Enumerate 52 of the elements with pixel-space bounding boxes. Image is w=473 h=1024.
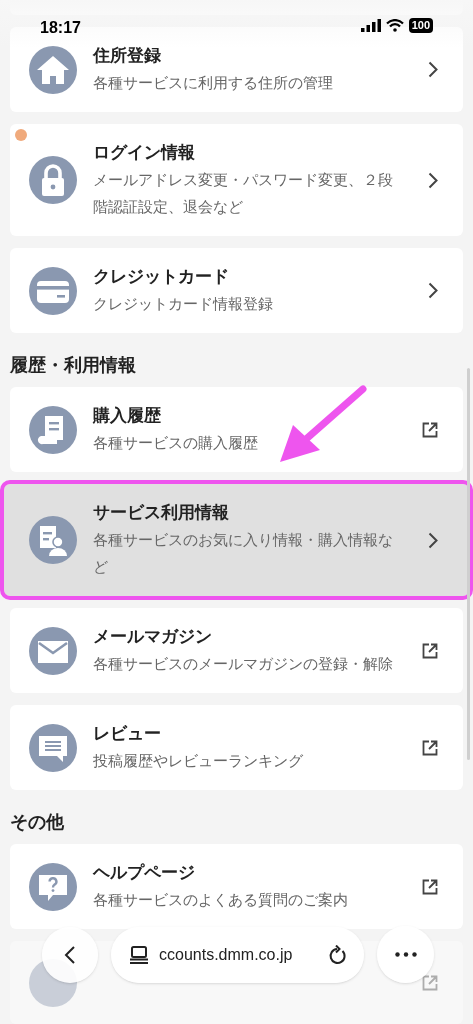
external-link-icon: [422, 421, 438, 438]
item-description: 各種サービスのメールマガジンの登録・解除: [93, 654, 394, 674]
external-link-icon: [422, 878, 438, 895]
menu-item[interactable]: 購入履歴 各種サービスの購入履歴: [10, 387, 463, 472]
receipt-icon: [29, 405, 77, 454]
chevron-right-icon: [428, 282, 438, 299]
back-button[interactable]: [42, 926, 98, 983]
item-title: 購入履歴: [93, 405, 162, 427]
item-description: 各種サービスのよくある質問のご案内: [93, 890, 349, 910]
more-icon: [394, 952, 417, 957]
chevron-right-icon: [428, 61, 438, 78]
tabs-icon: [129, 945, 149, 964]
menu-item[interactable]: メールマガジン 各種サービスのメールマガジンの登録・解除: [10, 608, 463, 693]
menu-item[interactable]: クレジットカード クレジットカード情報登録: [10, 248, 463, 333]
menu-item[interactable]: ヘルプページ 各種サービスのよくある質問のご案内: [10, 844, 463, 929]
reload-icon: [328, 944, 346, 965]
external-link-icon: [422, 974, 438, 991]
item-description: 各種サービスの購入履歴: [93, 433, 259, 453]
credit-card-icon: [29, 266, 77, 315]
document-person-icon: [29, 516, 77, 564]
help-bubble-icon: [29, 862, 77, 911]
wifi-icon: [385, 19, 404, 32]
item-title: サービス利用情報: [93, 502, 230, 524]
item-title: レビュー: [93, 723, 162, 745]
item-title: ヘルプページ: [93, 862, 196, 884]
external-link-icon: [422, 642, 438, 659]
item-title: メールマガジン: [93, 626, 213, 648]
item-title: 住所登録: [93, 45, 162, 67]
menu-item[interactable]: ログイン情報 メールアドレス変更・パスワード変更、２段階認証設定、退会など: [10, 124, 463, 236]
more-button[interactable]: [377, 926, 434, 983]
back-icon: [64, 944, 76, 965]
section-heading: 履歴・利用情報: [10, 354, 137, 377]
item-title: ログイン情報: [93, 142, 196, 164]
battery-indicator: 100: [408, 18, 433, 33]
house-icon: [29, 45, 77, 94]
chat-icon: [29, 723, 77, 772]
item-description: 各種サービスのお気に入り情報・購入情報など: [93, 530, 394, 577]
item-description: クレジットカード情報登録: [93, 294, 274, 314]
address-bar[interactable]: ccounts.dmm.co.jp: [111, 926, 364, 983]
signal-icon: [360, 19, 381, 32]
chevron-right-icon: [428, 171, 438, 189]
item-description: 各種サービスに利用する住所の管理: [93, 73, 334, 93]
menu-item[interactable]: レビュー 投稿履歴やレビューランキング: [10, 705, 463, 790]
lock-icon: [29, 156, 77, 204]
item-title: クレジットカード: [93, 266, 230, 288]
item-description: メールアドレス変更・パスワード変更、２段階認証設定、退会など: [93, 170, 394, 217]
external-link-icon: [422, 739, 438, 756]
url-text: ccounts.dmm.co.jp: [159, 944, 294, 965]
item-description: 投稿履歴やレビューランキング: [93, 751, 304, 771]
section-heading: その他: [10, 811, 65, 834]
chevron-right-icon: [428, 531, 438, 549]
mail-icon: [29, 626, 77, 675]
